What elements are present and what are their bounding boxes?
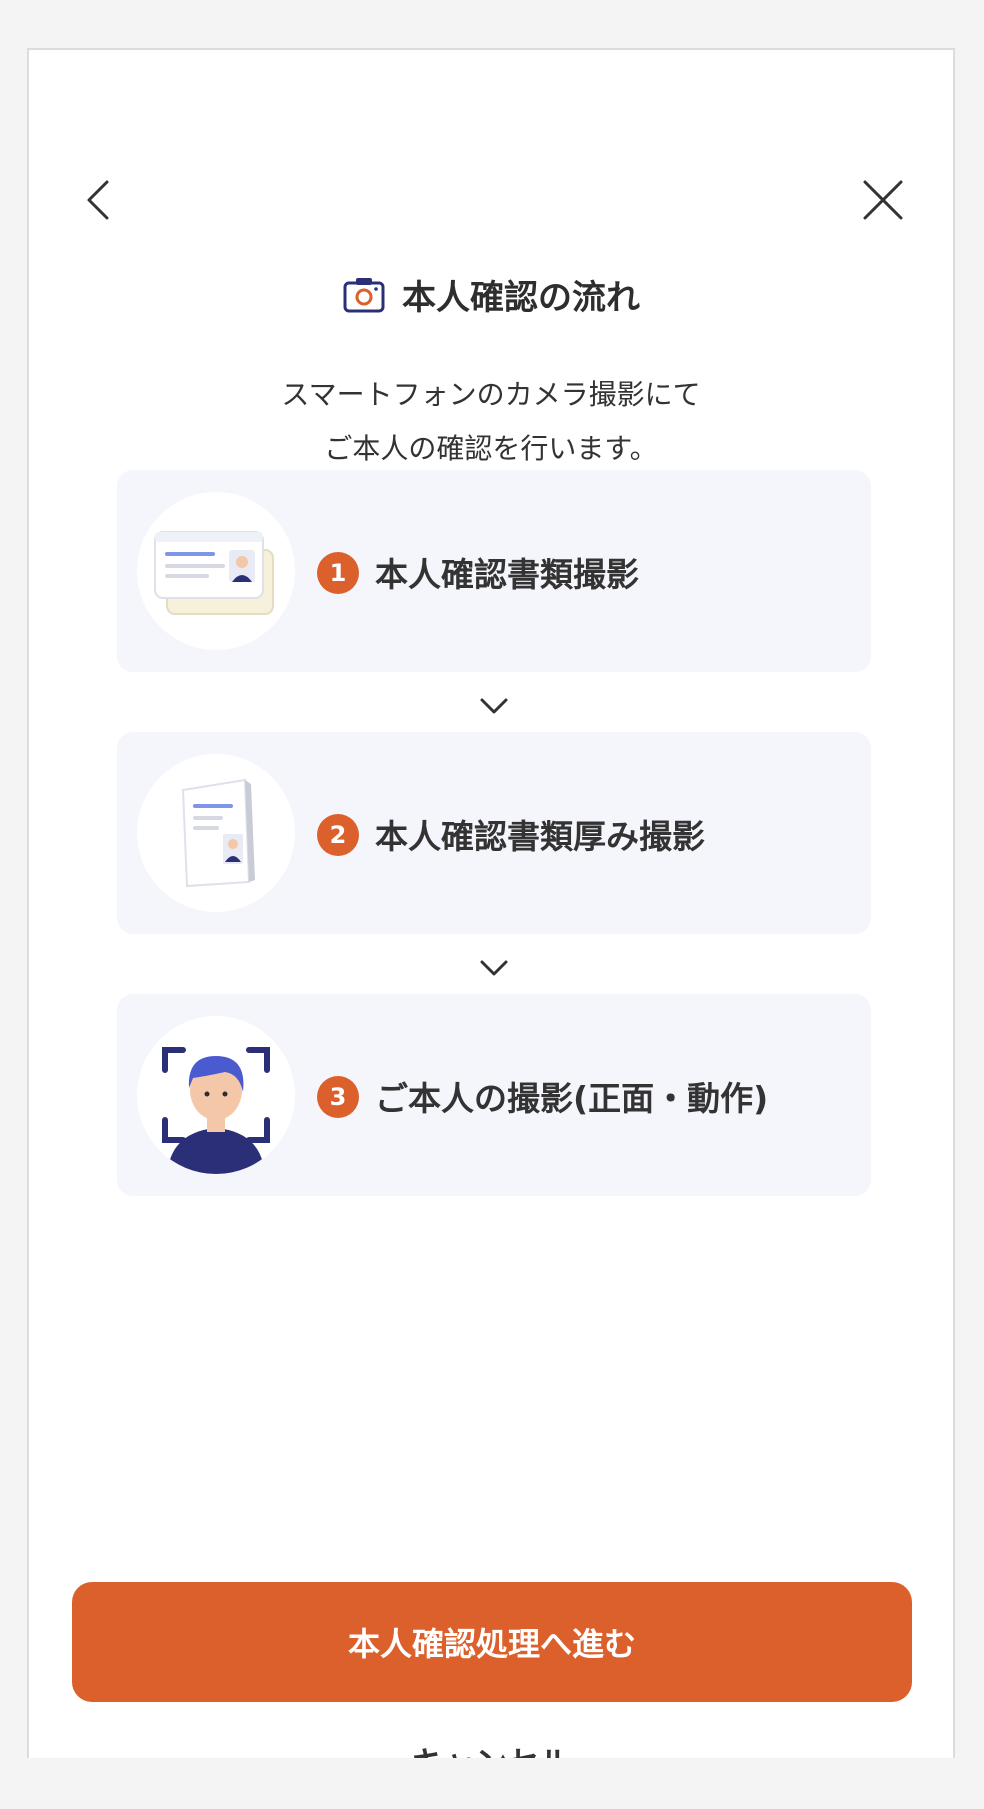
cancel-button[interactable]: キャンセル: [29, 1738, 953, 1758]
step-card-3: 3 ご本人の撮影(正面・動作): [117, 994, 871, 1196]
page-title: 本人確認の流れ: [402, 278, 640, 318]
back-button[interactable]: [69, 170, 129, 230]
step-card-2: 2 本人確認書類厚み撮影: [117, 732, 871, 934]
id-card-icon: [154, 531, 274, 615]
step-label: 本人確認書類厚み撮影: [375, 817, 705, 856]
step-number-badge: 1: [317, 552, 359, 594]
id-card-thickness-icon: [181, 778, 255, 888]
close-button[interactable]: [853, 170, 913, 230]
chevron-down-icon: [476, 694, 512, 718]
description: スマートフォンのカメラ撮影にて ご本人の確認を行います。: [29, 368, 953, 476]
description-line-2: ご本人の確認を行います。: [324, 432, 658, 465]
app-screen: 本人確認の流れ スマートフォンのカメラ撮影にて ご本人の確認を行います。 1 本…: [27, 48, 955, 1758]
step-label: ご本人の撮影(正面・動作): [375, 1079, 769, 1118]
step-illustration-1: [137, 492, 295, 650]
step-illustration-3: [137, 1016, 295, 1174]
camera-icon: [343, 277, 385, 312]
chevron-down-icon: [476, 956, 512, 980]
step-illustration-2: [137, 754, 295, 912]
proceed-button[interactable]: 本人確認処理へ進む: [72, 1582, 912, 1702]
step-number-badge: 2: [317, 814, 359, 856]
face-scan-icon: [162, 1047, 270, 1174]
close-icon: [863, 180, 903, 220]
description-line-1: スマートフォンのカメラ撮影にて: [281, 378, 701, 411]
page-title-row: 本人確認の流れ: [29, 270, 953, 319]
step-number-badge: 3: [317, 1076, 359, 1118]
step-label: 本人確認書類撮影: [375, 555, 639, 594]
chevron-left-icon: [87, 180, 109, 220]
step-card-1: 1 本人確認書類撮影: [117, 470, 871, 672]
